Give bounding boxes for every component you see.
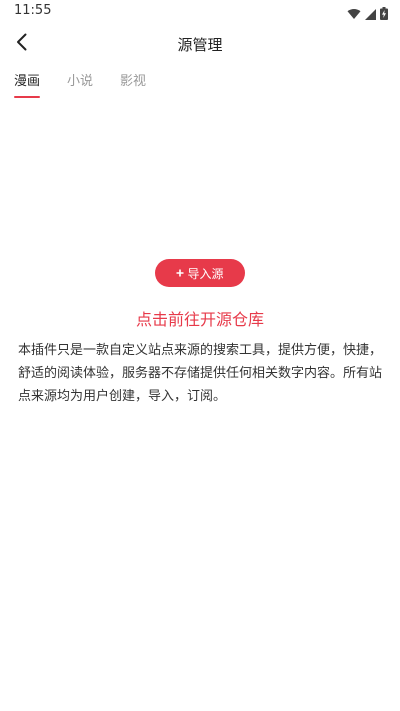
import-source-label: 导入源 [187,266,224,281]
page-title: 源管理 [177,36,223,54]
tab-label: 小说 [67,74,94,89]
wifi-icon [347,5,361,24]
status-time: 11:55 [14,3,52,18]
tab-label: 漫画 [14,74,41,89]
battery-charging-icon [380,5,388,24]
plus-icon [176,266,184,280]
status-bar: 11:55 [0,0,400,24]
screen: 11:55 源管理 漫画 小说 影视 导入源 点击前往开源仓库 本插件只是一款自… [0,0,400,711]
open-repo-link[interactable]: 点击前往开源仓库 [0,306,400,330]
tab-label: 影视 [120,74,147,89]
disclaimer-text: 本插件只是一款自定义站点来源的搜索工具，提供方便，快捷，舒适的阅读体验，服务器不… [18,343,383,404]
signal-icon [365,5,376,24]
app-bar: 源管理 [0,24,400,66]
tab-active-indicator [14,96,41,98]
tab-bar: 漫画 小说 影视 [0,66,400,102]
tab-manga[interactable]: 漫画 [14,66,41,102]
import-source-button[interactable]: 导入源 [155,259,245,287]
tab-video[interactable]: 影视 [120,66,146,102]
tab-novel[interactable]: 小说 [67,66,93,102]
status-icons [347,5,388,24]
